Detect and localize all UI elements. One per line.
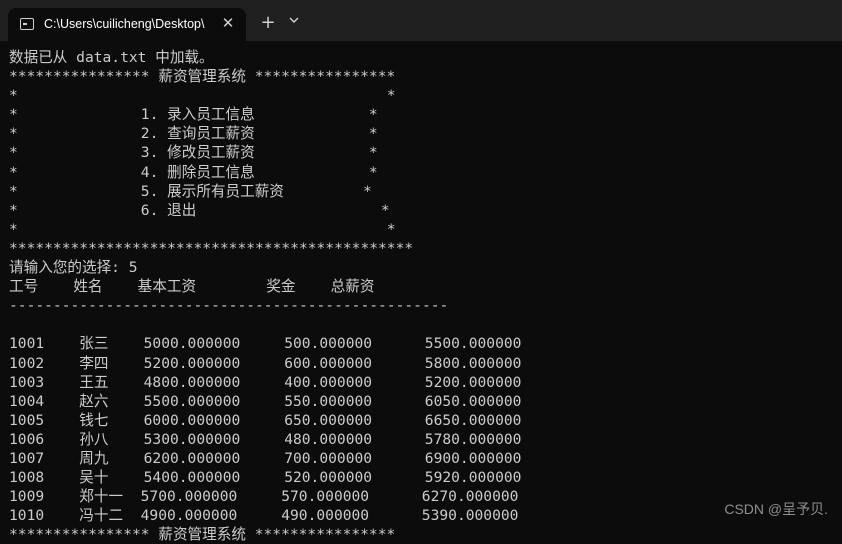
terminal-line: * 5. 展示所有员工薪资 * xyxy=(9,182,372,200)
new-tab-button[interactable]: + xyxy=(258,13,278,33)
chevron-down-icon[interactable] xyxy=(288,14,308,34)
terminal-line: 1001 张三 5000.000000 500.000000 5500.0000… xyxy=(9,335,522,353)
terminal-line: * 6. 退出 * xyxy=(9,201,390,219)
terminal-line: **************** 薪资管理系统 **************** xyxy=(9,526,396,544)
terminal-line: * 1. 录入员工信息 * xyxy=(9,106,378,124)
terminal-line: * * xyxy=(9,87,396,105)
close-tab-button[interactable]: ✕ xyxy=(218,13,238,33)
tab-title: C:\Users\cuilicheng\Desktop\ xyxy=(44,17,205,31)
terminal-line: **************** 薪资管理系统 **************** xyxy=(9,68,396,86)
terminal-line: 请输入您的选择: 5 xyxy=(9,259,138,277)
terminal-line: * 4. 删除员工信息 * xyxy=(9,163,378,181)
terminal-tab[interactable]: C:\Users\cuilicheng\Desktop\ ✕ xyxy=(8,8,246,41)
terminal-line: 1003 王五 4800.000000 400.000000 5200.0000… xyxy=(9,373,522,391)
terminal-line: * 3. 修改员工薪资 * xyxy=(9,144,378,162)
terminal-line: 1006 孙八 5300.000000 480.000000 5780.0000… xyxy=(9,430,522,448)
terminal-line: 工号 姓名 基本工资 奖金 总薪资 xyxy=(9,278,375,296)
terminal-line: * 2. 查询员工薪资 * xyxy=(9,125,378,143)
terminal-line: ****************************************… xyxy=(9,239,414,257)
terminal-line: 1005 钱七 6000.000000 650.000000 6650.0000… xyxy=(9,411,522,429)
watermark: CSDN @呈予贝. xyxy=(724,501,828,517)
terminal-output[interactable]: 数据已从 data.txt 中加载。 **************** 薪资管理系… xyxy=(9,48,842,543)
terminal-icon xyxy=(20,18,34,30)
terminal-line: 数据已从 data.txt 中加载。 xyxy=(9,49,214,66)
terminal-line: 1009 郑十一 5700.000000 570.000000 6270.000… xyxy=(9,488,519,506)
terminal-line: 1007 周九 6200.000000 700.000000 6900.0000… xyxy=(9,449,522,467)
terminal-line: 1008 吴十 5400.000000 520.000000 5920.0000… xyxy=(9,469,522,487)
terminal-line: 1010 冯十二 4900.000000 490.000000 5390.000… xyxy=(9,507,519,525)
terminal-line: * * xyxy=(9,220,396,238)
terminal-window: C:\Users\cuilicheng\Desktop\ ✕ + 数据已从 da… xyxy=(0,0,842,543)
terminal-line: ----------------------------------------… xyxy=(9,297,449,315)
title-bar: C:\Users\cuilicheng\Desktop\ ✕ + xyxy=(0,0,842,41)
terminal-line: 1002 李四 5200.000000 600.000000 5800.0000… xyxy=(9,354,522,372)
terminal-line: 1004 赵六 5500.000000 550.000000 6050.0000… xyxy=(9,392,522,410)
